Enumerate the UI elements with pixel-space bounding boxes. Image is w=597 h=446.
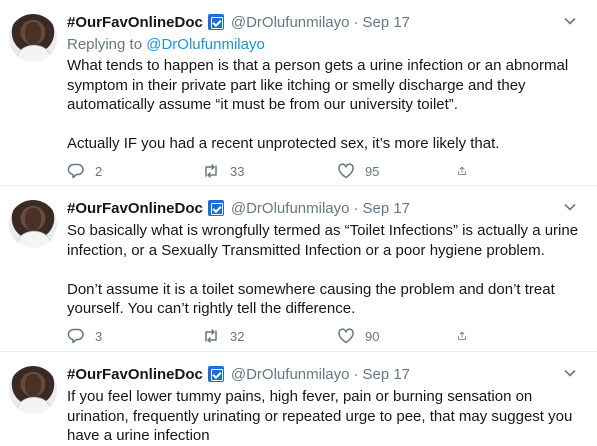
heart-icon xyxy=(338,328,354,344)
display-name[interactable]: #OurFavOnlineDoc xyxy=(67,200,203,217)
reply-button[interactable]: 2 xyxy=(67,162,202,180)
reply-count: 3 xyxy=(95,328,103,344)
share-icon xyxy=(458,331,466,341)
separator-dot: · xyxy=(353,365,359,383)
like-count: 90 xyxy=(365,328,380,344)
like-button[interactable]: 90 xyxy=(337,327,472,345)
badge-icon xyxy=(207,14,224,30)
tweet-paragraph: Don’t assume it is a toilet somewhere ca… xyxy=(67,280,555,318)
avatar-shoulders xyxy=(15,397,53,414)
display-name[interactable]: #OurFavOnlineDoc xyxy=(67,14,203,31)
avatar-face xyxy=(25,208,41,230)
retweet-count: 32 xyxy=(230,328,245,344)
badge-icon xyxy=(207,366,224,382)
retweet-icon xyxy=(205,329,217,343)
retweet-button[interactable]: 32 xyxy=(202,327,337,345)
avatar[interactable] xyxy=(9,366,57,414)
tweet-text: So basically what is wrongfully termed a… xyxy=(67,221,583,319)
like-button[interactable]: 95 xyxy=(337,162,472,180)
tweet-actions: 3 32 90 xyxy=(67,326,497,346)
tweet-header: #OurFavOnlineDoc @DrOlufunmilayo · Sep 1… xyxy=(67,198,410,218)
avatar-shoulders xyxy=(15,45,53,62)
tweet-header: #OurFavOnlineDoc @DrOlufunmilayo · Sep 1… xyxy=(67,12,410,32)
avatar[interactable] xyxy=(9,200,57,248)
chevron-down-icon[interactable] xyxy=(563,366,577,380)
reply-count: 2 xyxy=(95,163,103,179)
tweet[interactable]: #OurFavOnlineDoc @DrOlufunmilayo · Sep 1… xyxy=(0,352,597,444)
display-name[interactable]: #OurFavOnlineDoc xyxy=(67,366,203,383)
separator-dot: · xyxy=(353,199,359,217)
replying-handle-link[interactable]: @DrOlufunmilayo xyxy=(146,36,265,53)
tweet[interactable]: #OurFavOnlineDoc @DrOlufunmilayo · Sep 1… xyxy=(0,0,597,186)
heart-icon xyxy=(338,163,354,179)
avatar[interactable] xyxy=(9,14,57,62)
tweet-text: What tends to happen is that a person ge… xyxy=(67,56,583,154)
chevron-down-icon[interactable] xyxy=(563,200,577,214)
tweet-date[interactable]: Sep 17 xyxy=(362,200,410,217)
avatar-shoulders xyxy=(15,231,53,248)
tweet-text: If you feel lower tummy pains, high feve… xyxy=(67,387,583,446)
user-handle[interactable]: @DrOlufunmilayo xyxy=(231,366,350,383)
avatar-face xyxy=(25,374,41,396)
retweet-icon xyxy=(205,164,217,178)
replying-to: Replying to @DrOlufunmilayo xyxy=(67,36,265,53)
reply-icon xyxy=(67,163,84,179)
avatar-face xyxy=(25,22,41,44)
reply-icon xyxy=(67,328,84,344)
share-button[interactable] xyxy=(457,327,477,345)
tweet-date[interactable]: Sep 17 xyxy=(362,14,410,31)
tweet-paragraph: If you feel lower tummy pains, high feve… xyxy=(67,388,573,444)
tweet-actions: 2 33 95 xyxy=(67,161,497,181)
tweet-paragraph: So basically what is wrongfully termed a… xyxy=(67,222,579,259)
tweet-paragraph: What tends to happen is that a person ge… xyxy=(67,57,569,113)
user-handle[interactable]: @DrOlufunmilayo xyxy=(231,14,350,31)
reply-button[interactable]: 3 xyxy=(67,327,202,345)
chevron-down-icon[interactable] xyxy=(563,14,577,28)
retweet-button[interactable]: 33 xyxy=(202,162,337,180)
tweet-date[interactable]: Sep 17 xyxy=(362,366,410,383)
user-handle[interactable]: @DrOlufunmilayo xyxy=(231,200,350,217)
badge-icon xyxy=(207,200,224,216)
tweet-paragraph: Actually IF you had a recent unprotected… xyxy=(67,135,500,152)
tweet-header: #OurFavOnlineDoc @DrOlufunmilayo · Sep 1… xyxy=(67,364,410,384)
share-icon xyxy=(458,166,466,176)
like-count: 95 xyxy=(365,163,380,179)
retweet-count: 33 xyxy=(230,163,245,179)
replying-label: Replying to xyxy=(67,36,143,53)
share-button[interactable] xyxy=(457,162,477,180)
tweet[interactable]: #OurFavOnlineDoc @DrOlufunmilayo · Sep 1… xyxy=(0,186,597,352)
separator-dot: · xyxy=(353,13,359,31)
